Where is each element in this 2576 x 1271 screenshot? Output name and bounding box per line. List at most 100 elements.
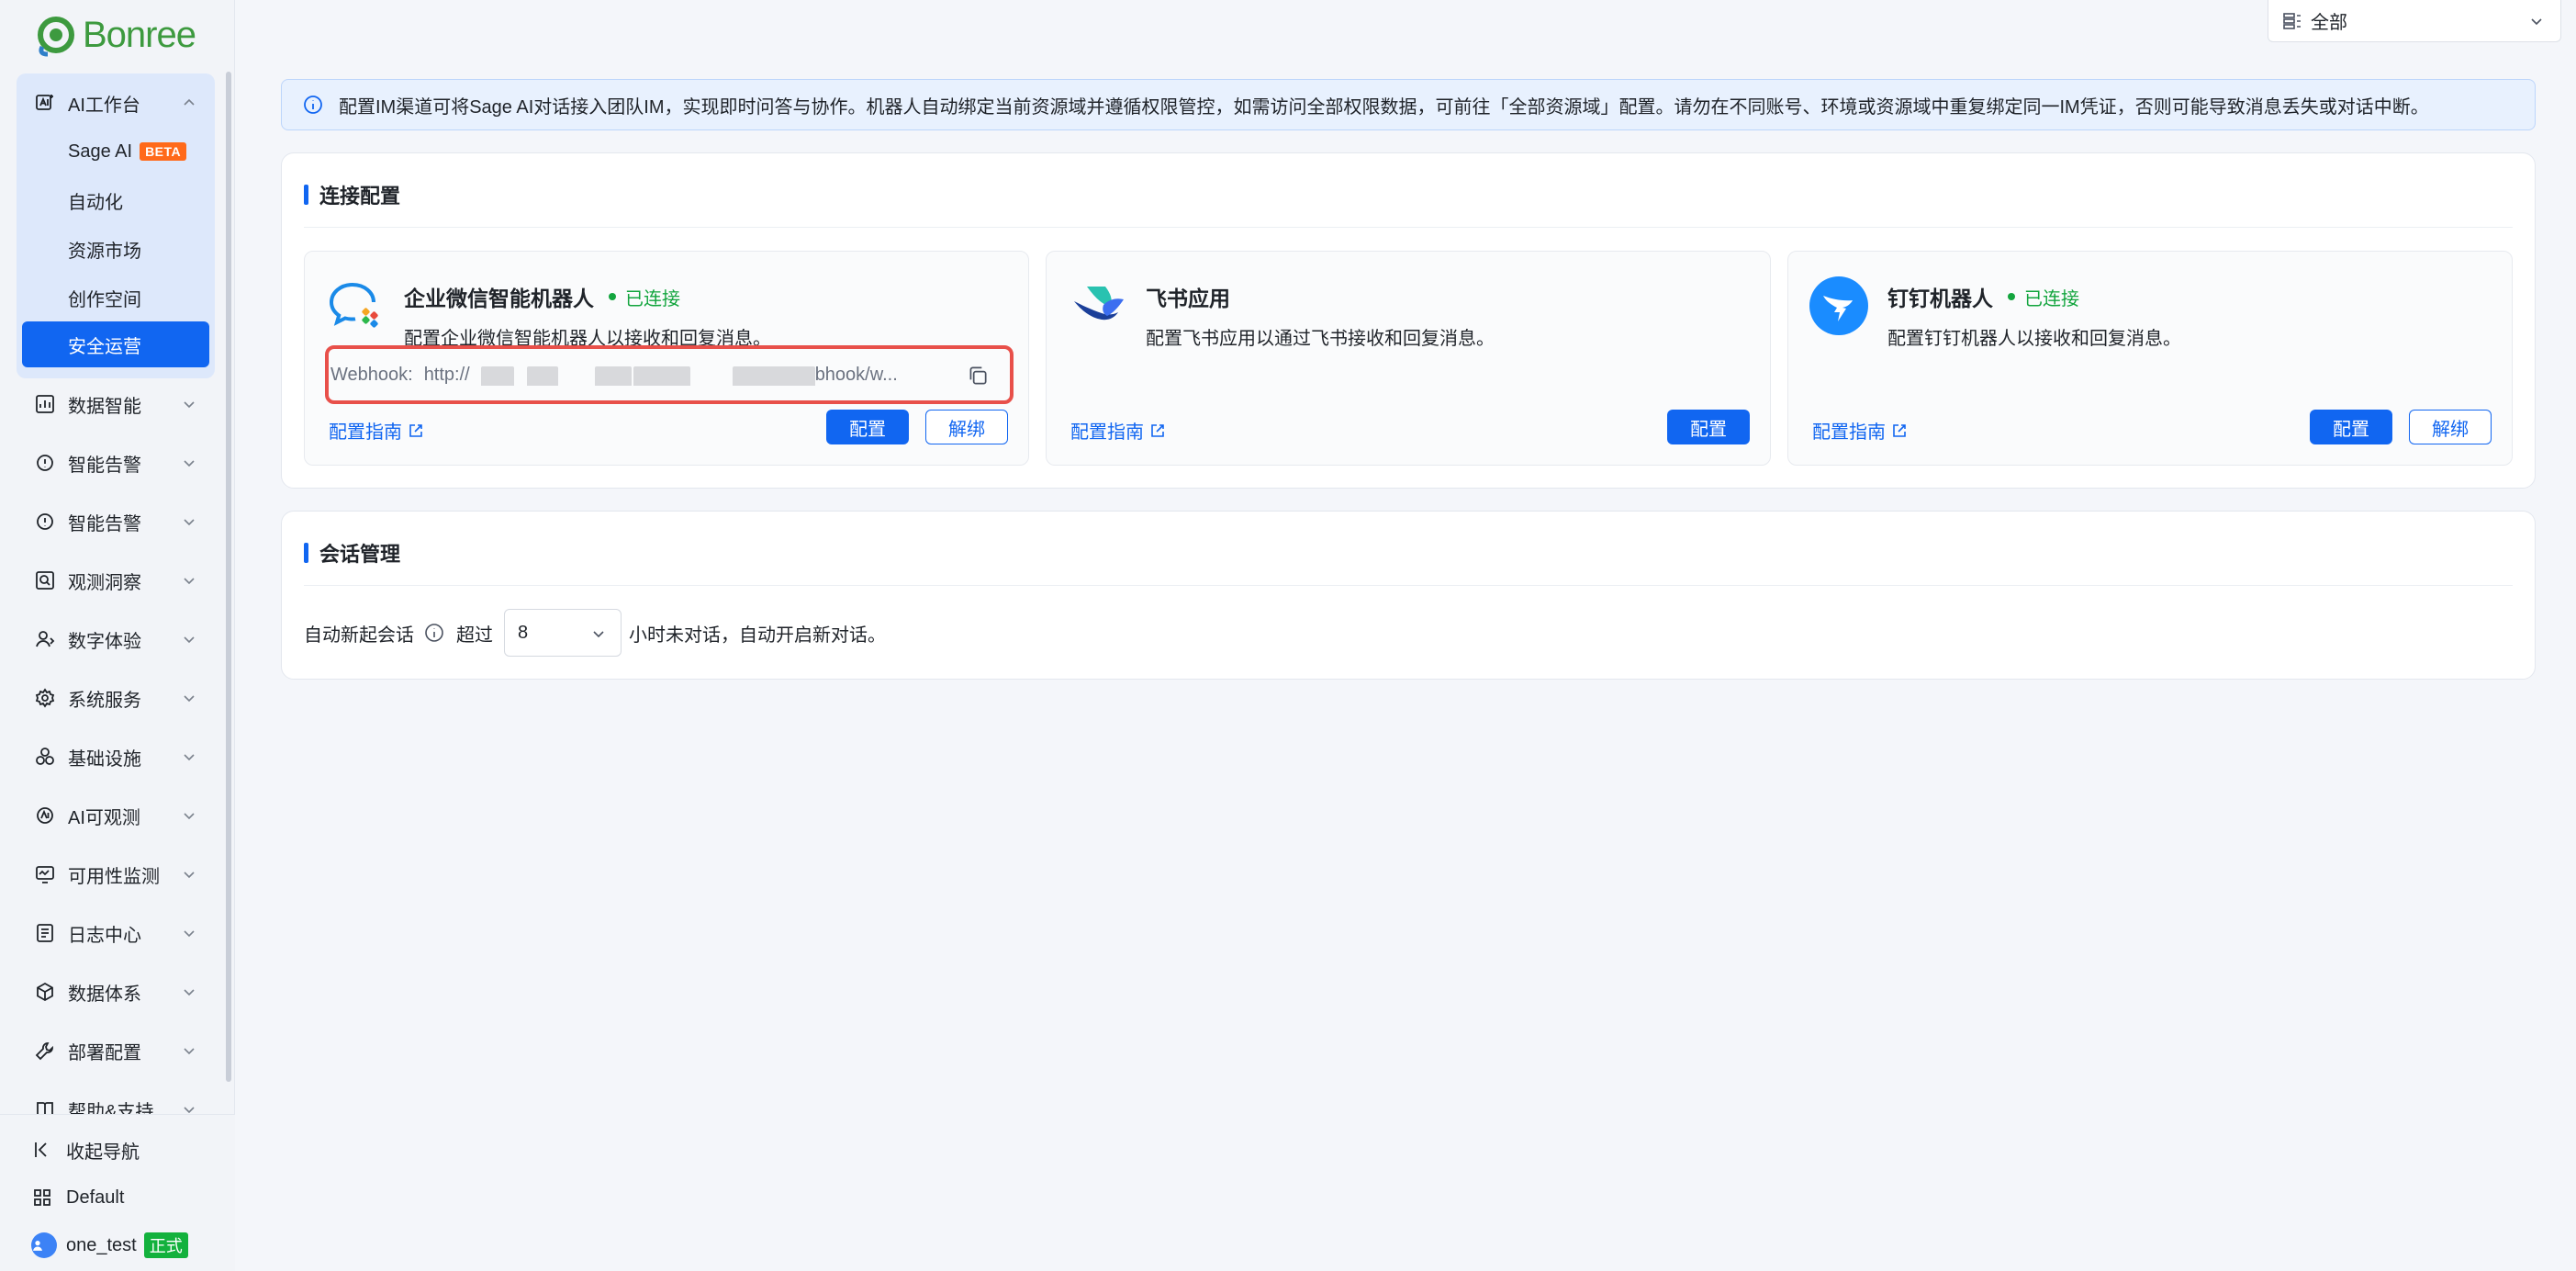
- sidebar-scrollbar[interactable]: [226, 72, 231, 1082]
- chevron-down-icon: [184, 989, 195, 996]
- webhook-prefix: http://: [423, 364, 470, 385]
- chevron-down-icon: [184, 1048, 195, 1055]
- chevron-down-icon: [184, 1107, 195, 1114]
- sidebar-group-label: 观测洞察: [68, 572, 141, 593]
- auto-new-session-row: 自动新起会话 超过 8 小时未对话，自动开启新对话。: [304, 609, 886, 657]
- redacted-mask: [594, 366, 632, 386]
- chevron-down-icon: [184, 872, 195, 879]
- chevron-down-icon: [184, 519, 195, 526]
- chevron-down-icon: [184, 636, 195, 644]
- alert-icon: [33, 510, 57, 534]
- apps-grid-icon: [34, 1189, 50, 1206]
- sidebar-group-help-support[interactable]: 帮助&支持: [17, 1085, 215, 1114]
- panel-divider: [304, 227, 2513, 228]
- unbind-button[interactable]: 解绑: [925, 410, 1008, 444]
- copy-icon[interactable]: [966, 364, 990, 388]
- chevron-down-icon: [184, 813, 195, 820]
- brand-name: Bonree: [83, 14, 196, 55]
- sidebar-group-system-service[interactable]: 系统服务: [17, 674, 215, 722]
- webhook-suffix: bhook/w...: [814, 364, 898, 385]
- guide-link-label: 配置指南: [329, 422, 402, 443]
- feishu-logo-icon: [1074, 287, 1124, 321]
- idle-hours-value: 8: [518, 622, 529, 643]
- sidebar-item-sage-ai[interactable]: Sage AI BETA: [22, 129, 209, 174]
- external-link-icon: [409, 423, 422, 437]
- sidebar-group-label: 部署配置: [68, 1042, 141, 1063]
- sidebar-group-label: 数字体验: [68, 631, 141, 652]
- collapse-nav-button[interactable]: 收起导航: [31, 1131, 140, 1168]
- chevron-down-icon: [184, 754, 195, 761]
- idle-hours-suffix: 小时未对话，自动开启新对话。: [629, 624, 886, 646]
- webhook-value: http:// bhook/w...: [424, 365, 938, 386]
- sidebar-item-resource-market[interactable]: 资源市场: [22, 226, 209, 272]
- sidebar-item-label: 创作空间: [68, 289, 141, 310]
- external-link-icon: [1893, 423, 1906, 437]
- user-menu[interactable]: one_test 正式: [31, 1227, 188, 1264]
- feishu-app-card: 飞书应用 配置飞书应用以通过飞书接收和回复消息。 配置指南 配置: [1046, 251, 1771, 466]
- sidebar-item-creation-space[interactable]: 创作空间: [22, 275, 209, 321]
- brand-logo[interactable]: Bonree: [33, 9, 196, 61]
- sidebar-item-automation[interactable]: 自动化: [22, 177, 209, 223]
- sidebar-group-availability[interactable]: 可用性监测: [17, 850, 215, 898]
- sidebar-group-deploy-config[interactable]: 部署配置: [17, 1027, 215, 1074]
- redacted-mask: [526, 366, 558, 386]
- sidebar-item-label: 自动化: [68, 192, 123, 213]
- sidebar-group-observe-insight[interactable]: 观测洞察: [17, 557, 215, 604]
- sidebar-group-data-system[interactable]: 数据体系: [17, 968, 215, 1016]
- info-banner: 配置IM渠道可将Sage AI对话接入团队IM，实现即时问答与协作。机器人自动绑…: [281, 79, 2536, 130]
- sidebar-group-smart-alert-2[interactable]: 智能告警: [17, 498, 215, 546]
- panel-divider: [304, 585, 2513, 586]
- idle-hours-select[interactable]: 8: [504, 609, 622, 657]
- card-name: 钉钉机器人: [1887, 287, 1993, 310]
- bonree-logo-icon: [38, 17, 74, 57]
- workspace-switcher[interactable]: Default: [31, 1179, 124, 1216]
- wecom-bot-card: 企业微信智能机器人 已连接 配置企业微信智能机器人以接收和回复消息。 Webho…: [304, 251, 1029, 466]
- chevron-down-icon: [184, 401, 195, 409]
- sidebar-item-label: Sage AI: [68, 141, 133, 162]
- sidebar-item-label: 资源市场: [68, 241, 141, 262]
- sidebar-group-data-intelligence[interactable]: 数据智能: [17, 380, 215, 428]
- config-guide-link[interactable]: 配置指南: [1812, 417, 1908, 444]
- user-avatar-icon: [33, 1241, 42, 1251]
- config-button[interactable]: 配置: [1667, 410, 1750, 444]
- info-icon: [304, 96, 322, 114]
- session-management-panel: 会话管理 自动新起会话 超过 8 小时未对话，自动开启新对话。: [281, 511, 2536, 680]
- chevron-down-icon: [593, 631, 604, 638]
- info-banner-text: 配置IM渠道可将Sage AI对话接入团队IM，实现即时问答与协作。机器人自动绑…: [339, 96, 2429, 118]
- sidebar-group-label: 智能告警: [68, 513, 141, 534]
- wrench-icon: [33, 1039, 57, 1063]
- connection-config-panel: 连接配置 企业微信智能机器人 已连接 配置企业微信智能机器人以接收和回复消息。 …: [281, 152, 2536, 489]
- auto-new-session-label: 自动新起会话: [304, 624, 414, 646]
- config-guide-link[interactable]: 配置指南: [1070, 417, 1166, 444]
- sidebar-group-smart-alert-1[interactable]: 智能告警: [17, 439, 215, 487]
- sidebar-item-security-ops[interactable]: 安全运营: [22, 321, 209, 367]
- resource-scope-select[interactable]: 全部: [2268, 0, 2561, 42]
- sidebar-group-log-center[interactable]: 日志中心: [17, 909, 215, 957]
- webhook-field[interactable]: Webhook: http:// bhook/w...: [325, 345, 1014, 404]
- card-description: 配置钉钉机器人以接收和回复消息。: [1887, 329, 2181, 349]
- log-icon: [33, 921, 57, 945]
- alert-icon: [33, 451, 57, 475]
- sidebar: Bonree AI工作台 Sage AI BETA 自动化 资源市场 创作空间 …: [0, 0, 235, 1271]
- connection-config-title: 连接配置: [304, 181, 400, 208]
- config-button[interactable]: 配置: [826, 410, 909, 444]
- magnifier-icon: [33, 568, 57, 592]
- config-button[interactable]: 配置: [2310, 410, 2392, 444]
- status-badge: 已连接: [2008, 284, 2079, 310]
- ai-workbench-icon: [33, 91, 57, 115]
- sidebar-group-digital-experience[interactable]: 数字体验: [17, 615, 215, 663]
- chevron-down-icon: [184, 460, 195, 467]
- sidebar-group-ai-workbench[interactable]: AI工作台: [17, 79, 215, 127]
- card-name: 企业微信智能机器人: [404, 287, 594, 310]
- config-guide-link[interactable]: 配置指南: [329, 417, 424, 444]
- sidebar-group-infrastructure[interactable]: 基础设施: [17, 733, 215, 781]
- status-badge: 已连接: [609, 284, 680, 310]
- sidebar-group-label: 智能告警: [68, 455, 141, 476]
- sidebar-group-ai-observe[interactable]: AI可观测: [17, 792, 215, 839]
- sidebar-group-label: 可用性监测: [68, 866, 160, 887]
- chart-icon: [33, 392, 57, 416]
- card-title: 飞书应用: [1146, 281, 1230, 312]
- unbind-button[interactable]: 解绑: [2409, 410, 2492, 444]
- chevron-down-icon: [184, 930, 195, 938]
- info-tooltip-icon[interactable]: [423, 622, 445, 644]
